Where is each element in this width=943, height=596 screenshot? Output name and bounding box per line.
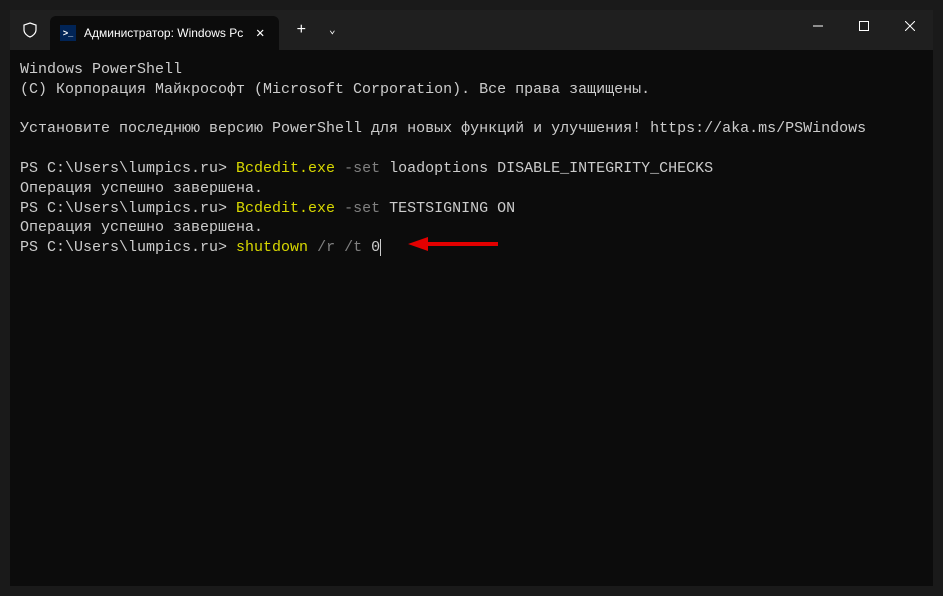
minimize-button[interactable]	[795, 10, 841, 42]
text-cursor	[380, 239, 381, 256]
cmd-flag: /r /t	[317, 239, 371, 256]
close-icon[interactable]: ✕	[251, 24, 269, 42]
tab-title: Администратор: Windows Pc	[84, 26, 243, 40]
cmd-args: 0	[371, 239, 380, 256]
cmd-exe: shutdown	[236, 239, 317, 256]
cmd-args: TESTSIGNING ON	[389, 200, 515, 217]
cmd-flag: -set	[344, 200, 389, 217]
tab-powershell[interactable]: >_ Администратор: Windows Pc ✕	[50, 16, 279, 50]
cmd-flag: -set	[344, 160, 389, 177]
output-line: Операция успешно завершена.	[20, 219, 263, 236]
close-button[interactable]	[887, 10, 933, 42]
powershell-icon: >_	[60, 25, 76, 41]
prompt: PS C:\Users\lumpics.ru>	[20, 160, 236, 177]
arrow-annotation	[408, 236, 498, 252]
cmd-args: loadoptions DISABLE_INTEGRITY_CHECKS	[389, 160, 713, 177]
terminal-body[interactable]: Windows PowerShell (C) Корпорация Майкро…	[10, 50, 933, 586]
prompt: PS C:\Users\lumpics.ru>	[20, 200, 236, 217]
prompt: PS C:\Users\lumpics.ru>	[20, 239, 236, 256]
window-controls	[795, 10, 933, 42]
chevron-down-icon[interactable]: ⌄	[317, 23, 347, 37]
new-tab-button[interactable]: +	[285, 21, 317, 39]
terminal-window: >_ Администратор: Windows Pc ✕ + ⌄ Windo…	[10, 10, 933, 586]
cmd-exe: Bcdedit.exe	[236, 200, 344, 217]
titlebar: >_ Администратор: Windows Pc ✕ + ⌄	[10, 10, 933, 50]
banner-line-2: (C) Корпорация Майкрософт (Microsoft Cor…	[20, 81, 650, 98]
install-hint: Установите последнюю версию PowerShell д…	[20, 120, 866, 137]
shield-icon	[10, 22, 50, 38]
maximize-button[interactable]	[841, 10, 887, 42]
banner-line-1: Windows PowerShell	[20, 61, 182, 78]
output-line: Операция успешно завершена.	[20, 180, 263, 197]
cmd-exe: Bcdedit.exe	[236, 160, 344, 177]
